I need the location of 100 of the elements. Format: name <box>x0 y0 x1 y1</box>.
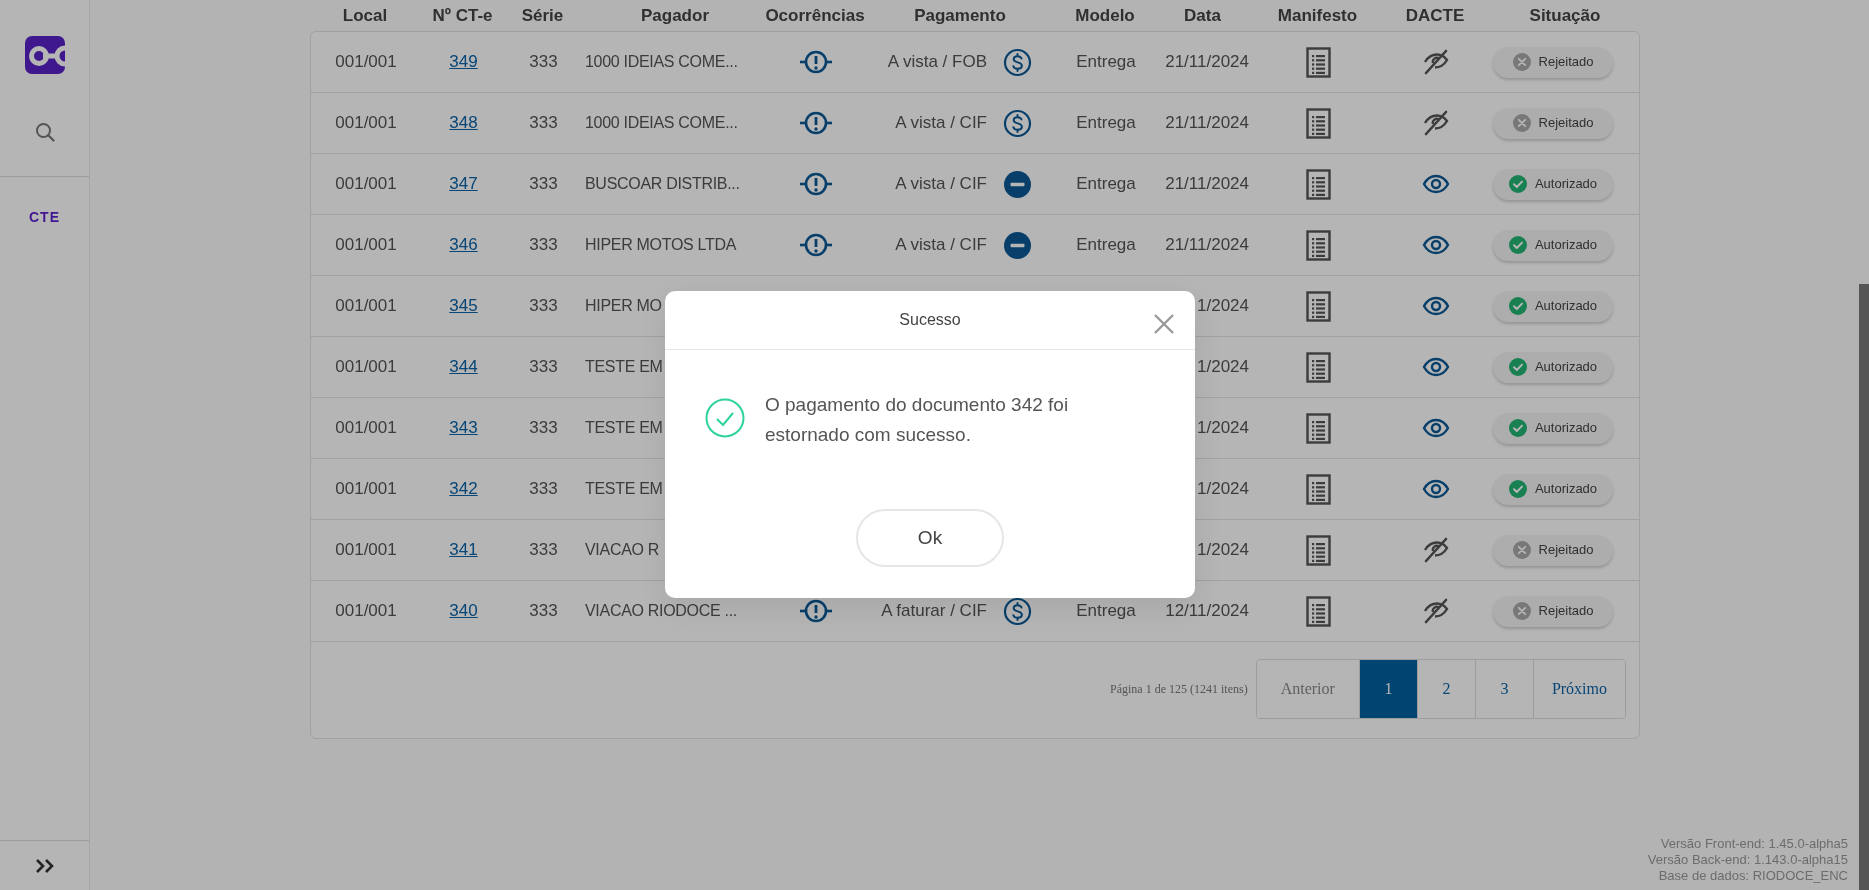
document-icon <box>1306 351 1331 383</box>
status-label: Rejeitado <box>1538 602 1594 621</box>
table-cell: VIACAO RIODOCE ... <box>585 602 737 619</box>
column-header: Pagamento <box>914 4 1006 27</box>
table-cell-text: A vista / CIF <box>894 173 987 196</box>
table-cell-text: 333 <box>528 478 559 501</box>
document-link[interactable]: 343 <box>449 415 478 441</box>
table-cell-text: A vista / FOB <box>886 51 987 74</box>
table-cell-text: 21/11/2024 <box>1164 51 1250 74</box>
page-button[interactable]: Próximo <box>1532 660 1625 718</box>
table-cell-text: Entrega <box>1076 234 1136 257</box>
table-cell-text: 1/2024 <box>1196 295 1250 318</box>
table-cell-text: 333 <box>528 539 559 562</box>
dollar-icon <box>1003 47 1032 77</box>
table-cell: HIPER MOTOS LTDA <box>585 236 737 253</box>
document-link[interactable]: 340 <box>449 598 478 624</box>
column-header: Situação <box>1529 4 1601 27</box>
page-button[interactable]: 1 <box>1358 660 1417 718</box>
dollar-icon <box>1003 108 1032 138</box>
table-cell: TESTE EM <box>585 358 663 375</box>
scrollbar-thumb[interactable] <box>1859 284 1869 890</box>
check-circle-icon <box>1508 358 1527 376</box>
table-cell: 1000 IDEIAS COME... <box>585 53 738 70</box>
column-header: Data <box>1184 4 1221 27</box>
table-cell-text: 001/001 <box>334 478 398 501</box>
check-circle-icon <box>705 398 745 438</box>
close-icon[interactable] <box>1153 312 1175 335</box>
search-icon[interactable] <box>34 122 55 142</box>
table-cell-text: 333 <box>528 600 559 623</box>
table-cell-text: 001/001 <box>334 417 398 440</box>
table-cell-text: 1/2024 <box>1196 356 1250 379</box>
check-circle-icon <box>1508 480 1527 498</box>
table-cell: TESTE EM <box>585 419 663 436</box>
check-circle-icon <box>1508 236 1527 254</box>
x-circle-icon <box>1512 602 1531 620</box>
table-cell-text: 001/001 <box>334 356 398 379</box>
x-circle-icon <box>1512 541 1531 559</box>
dollar-icon <box>1003 596 1032 626</box>
table-cell-text: Entrega <box>1076 51 1136 74</box>
document-icon <box>1306 229 1331 261</box>
table-cell-text: A vista / CIF <box>894 234 987 257</box>
table-cell: BUSCOAR DISTRIB... <box>585 175 740 192</box>
status-label: Rejeitado <box>1538 53 1594 72</box>
table-cell-text: 001/001 <box>334 295 398 318</box>
document-link[interactable]: 341 <box>449 537 478 563</box>
document-icon <box>1306 534 1331 566</box>
status-label: Autorizado <box>1534 175 1598 194</box>
table-cell-text: 21/11/2024 <box>1164 234 1250 257</box>
minus-icon <box>1003 230 1032 260</box>
table-cell-text: 21/11/2024 <box>1164 173 1250 196</box>
table-cell-text: 001/001 <box>334 112 398 135</box>
document-icon <box>1306 412 1331 444</box>
document-icon <box>1306 107 1331 139</box>
document-link[interactable]: 345 <box>449 293 478 319</box>
document-link[interactable]: 344 <box>449 354 478 380</box>
table-cell: VIACAO R <box>585 541 660 558</box>
check-circle-icon <box>1508 175 1527 193</box>
document-icon <box>1306 595 1331 627</box>
column-header: Ocorrências <box>765 4 865 27</box>
table-cell-text: 333 <box>528 356 559 379</box>
table-cell-text: Entrega <box>1076 600 1136 623</box>
x-circle-icon <box>1512 114 1531 132</box>
version-text: Versão Back-end: 1.143.0-alpha15 <box>1646 852 1848 868</box>
expand-icon[interactable] <box>34 858 55 874</box>
dialog-title: Sucesso <box>899 310 961 330</box>
table-cell-text: 001/001 <box>334 51 398 74</box>
column-header: Série <box>521 4 564 27</box>
document-link[interactable]: 347 <box>449 171 478 197</box>
check-circle-icon <box>1508 297 1527 315</box>
ok-button[interactable]: Ok <box>856 509 1004 567</box>
table-cell-text: 333 <box>528 51 559 74</box>
table-cell-text: 001/001 <box>334 173 398 196</box>
document-icon <box>1306 46 1331 78</box>
document-link[interactable]: 346 <box>449 232 478 258</box>
table-cell-text: 1/2024 <box>1196 478 1250 501</box>
status-label: Rejeitado <box>1538 114 1594 133</box>
table-cell-text: 001/001 <box>334 600 398 623</box>
column-header: Nº CT-e <box>432 4 493 27</box>
version-text: Versão Front-end: 1.45.0-alpha5 <box>1659 836 1848 852</box>
status-label: Autorizado <box>1534 297 1598 316</box>
column-header: Local <box>342 4 388 27</box>
table-cell-text: 333 <box>528 173 559 196</box>
check-circle-icon <box>1508 419 1527 437</box>
status-label: Autorizado <box>1534 358 1598 377</box>
table-cell-text: 001/001 <box>334 234 398 257</box>
document-link[interactable]: 342 <box>449 476 478 502</box>
minus-icon <box>1003 169 1032 199</box>
document-link[interactable]: 349 <box>449 49 478 75</box>
status-label: Autorizado <box>1534 236 1598 255</box>
document-link[interactable]: 348 <box>449 110 478 136</box>
table-cell-text: A faturar / CIF <box>880 600 987 623</box>
sidebar-item[interactable]: CTE <box>29 207 60 228</box>
version-text: Base de dados: RIODOCE_ENC <box>1657 868 1848 884</box>
column-header: Manifesto <box>1277 4 1358 27</box>
table-cell-text: A vista / CIF <box>894 112 987 135</box>
status-label: Autorizado <box>1534 480 1598 499</box>
table-cell: HIPER MO <box>585 297 662 314</box>
page-summary: Página 1 de 125 (1241 itens) <box>1110 681 1248 698</box>
status-label: Autorizado <box>1534 419 1598 438</box>
table-cell: TESTE EM <box>585 480 663 497</box>
